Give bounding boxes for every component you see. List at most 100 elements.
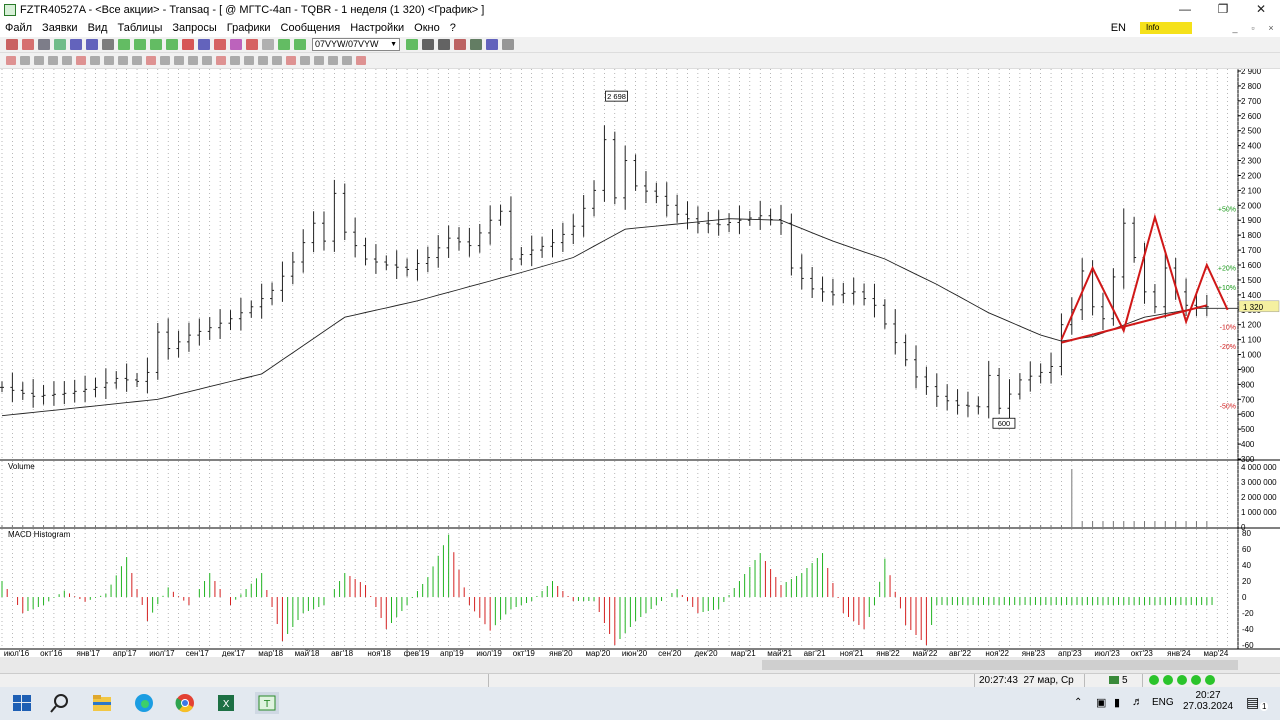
toolbar-button-icon[interactable] [278, 39, 290, 50]
toolbar-button-icon[interactable] [118, 39, 130, 50]
transaq-app-icon[interactable]: T [255, 692, 279, 714]
toolbar-button-icon[interactable] [470, 39, 482, 50]
chart-scrollbar[interactable] [0, 657, 1280, 673]
toolbar-button-icon[interactable] [150, 39, 162, 50]
drawing-tool-icon[interactable] [118, 56, 128, 65]
drawing-tool-icon[interactable] [356, 56, 366, 65]
toolbar-button-icon[interactable] [230, 39, 242, 50]
toolbar-button-icon[interactable] [438, 39, 450, 50]
toolbar-button-icon[interactable] [166, 39, 178, 50]
x-tick-label: янв'23 [1022, 649, 1046, 657]
drawing-tool-icon[interactable] [6, 56, 16, 65]
tray-chevron-icon[interactable]: ⌃ [1074, 697, 1082, 708]
drawing-tool-icon[interactable] [244, 56, 254, 65]
volume-tick-label: 2 000 000 [1241, 493, 1277, 502]
drawing-tool-icon[interactable] [314, 56, 324, 65]
drawing-tool-icon[interactable] [160, 56, 170, 65]
x-tick-label: сен'17 [186, 649, 210, 657]
menu-window[interactable]: Окно [409, 22, 445, 34]
toolbar-button-icon[interactable] [86, 39, 98, 50]
drawing-tool-icon[interactable] [146, 56, 156, 65]
search-icon[interactable] [48, 692, 72, 714]
chrome-browser-icon[interactable] [173, 692, 197, 714]
drawing-tool-icon[interactable] [76, 56, 86, 65]
drawing-tool-icon[interactable] [34, 56, 44, 65]
toolbar-button-icon[interactable] [102, 39, 114, 50]
windows-start-icon[interactable] [10, 692, 34, 714]
drawing-tool-icon[interactable] [300, 56, 310, 65]
toolbar-button-icon[interactable] [22, 39, 34, 50]
timeframe-select[interactable]: 07VYW/07VYW ▼ [312, 38, 400, 51]
x-tick-label: апр'19 [440, 649, 464, 657]
menu-help[interactable]: ? [445, 22, 461, 34]
drawing-tool-icon[interactable] [48, 56, 58, 65]
toolbar-button-icon[interactable] [486, 39, 498, 50]
drawing-tool-icon[interactable] [188, 56, 198, 65]
mdi-minimize-icon[interactable]: _ [1226, 23, 1244, 33]
toolbar-button-icon[interactable] [198, 39, 210, 50]
file-explorer-icon[interactable] [90, 692, 114, 714]
drawing-tool-icon[interactable] [20, 56, 30, 65]
volume-icon[interactable]: ♬ [1132, 696, 1143, 708]
price-chart[interactable]: 2 900 2 800 2 700 2 600 2 500 2 400 2 300 2 200… [0, 67, 1280, 658]
price-tick-label: 2 900 [1241, 69, 1262, 76]
drawing-tool-icon[interactable] [174, 56, 184, 65]
toolbar-button-icon[interactable] [262, 39, 274, 50]
toolbar-button-icon[interactable] [406, 39, 418, 50]
info-button[interactable]: Info [1140, 22, 1192, 34]
price-tick-label: 500 [1241, 425, 1255, 434]
mdi-restore-icon[interactable]: ▫ [1244, 23, 1262, 33]
drawing-tool-icon[interactable] [328, 56, 338, 65]
drawing-tool-icon[interactable] [286, 56, 296, 65]
percent-level-label: +50% [1218, 206, 1236, 213]
toolbar-button-icon[interactable] [182, 39, 194, 50]
menu-charts[interactable]: Графики [222, 22, 276, 34]
menu-requests[interactable]: Запросы [167, 22, 221, 34]
menu-settings[interactable]: Настройки [345, 22, 409, 34]
drawing-tool-icon[interactable] [202, 56, 212, 65]
excel-icon[interactable]: X [214, 692, 238, 714]
taskbar-clock[interactable]: 20:27 27.03.2024 [1180, 687, 1236, 720]
mdi-close-icon[interactable]: × [1262, 23, 1280, 33]
drawing-tool-icon[interactable] [132, 56, 142, 65]
drawing-tool-icon[interactable] [62, 56, 72, 65]
menu-messages[interactable]: Сообщения [276, 22, 346, 34]
toolbar-button-icon[interactable] [214, 39, 226, 50]
toolbar-button-icon[interactable] [422, 39, 434, 50]
scrollbar-thumb[interactable] [762, 660, 1238, 670]
drawing-tool-icon[interactable] [104, 56, 114, 65]
toolbar-button-icon[interactable] [294, 39, 306, 50]
toolbar-button-icon[interactable] [134, 39, 146, 50]
drawing-tool-icon[interactable] [258, 56, 268, 65]
minimize-icon[interactable]: — [1166, 0, 1204, 19]
chart-window[interactable]: 2 900 2 800 2 700 2 600 2 500 2 400 2 300 2 200… [0, 67, 1280, 658]
language-indicator[interactable]: EN [1111, 22, 1126, 34]
edge-browser-icon[interactable] [132, 692, 156, 714]
menu-orders[interactable]: Заявки [37, 22, 83, 34]
notification-center[interactable]: ▤ 1 [1244, 687, 1274, 720]
drawing-tool-icon[interactable] [230, 56, 240, 65]
toolbar-button-icon[interactable] [502, 39, 514, 50]
toolbar-button-icon[interactable] [454, 39, 466, 50]
menu-view[interactable]: Вид [83, 22, 113, 34]
drawing-tool-icon[interactable] [342, 56, 352, 65]
toolbar-button-icon[interactable] [246, 39, 258, 50]
drawing-tool-icon[interactable] [272, 56, 282, 65]
toolbar-button-icon[interactable] [70, 39, 82, 50]
x-tick-label: май'18 [295, 649, 320, 657]
taskbar-language[interactable]: ENG [1152, 697, 1174, 708]
drawing-tool-icon[interactable] [216, 56, 226, 65]
toolbar-button-icon[interactable] [38, 39, 50, 50]
menu-tables[interactable]: Таблицы [112, 22, 167, 34]
toolbar-button-icon[interactable] [6, 39, 18, 50]
drawing-tool-icon[interactable] [90, 56, 100, 65]
taskbar-battery-icon[interactable]: ▮ [1114, 696, 1120, 709]
price-tick-label: 1 000 [1241, 351, 1262, 360]
connection-icon [1109, 676, 1119, 684]
menu-file[interactable]: Файл [0, 22, 37, 34]
macd-tick-label: 60 [1242, 545, 1251, 554]
close-icon[interactable]: ✕ [1242, 0, 1280, 19]
restore-icon[interactable]: ❐ [1204, 0, 1242, 19]
network-icon[interactable]: ▣ [1096, 696, 1106, 709]
toolbar-button-icon[interactable] [54, 39, 66, 50]
